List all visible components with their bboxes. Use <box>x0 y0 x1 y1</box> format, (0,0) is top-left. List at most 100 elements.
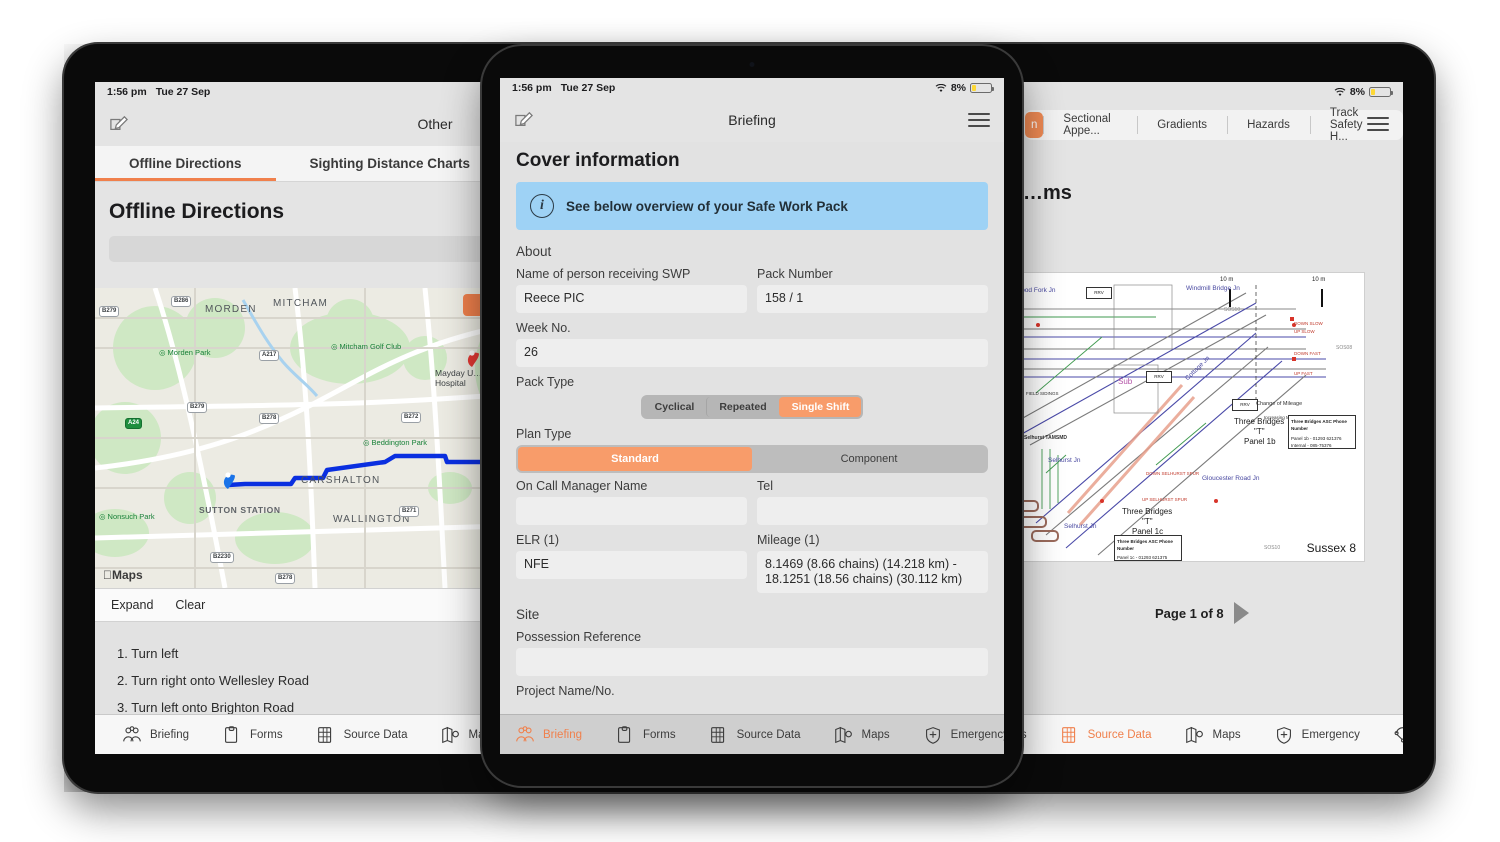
status-bar-left: 1:56 pm Tue 27 Sep <box>95 82 498 102</box>
label-project-name-no: Project Name/No. <box>516 684 615 698</box>
right-tab-track-safety[interactable]: Track Safety H... <box>1309 107 1403 143</box>
diagram-scale-1: 10 m <box>1312 277 1326 283</box>
shield-plus-icon <box>925 726 940 744</box>
tablet-center-screen: 1:56 pm Tue 27 Sep 8% Briefing Cover inf… <box>500 78 1004 754</box>
map-badge-9: B278 <box>275 573 296 584</box>
right-tab-gradients[interactable]: Gradients <box>1137 112 1227 138</box>
map-canvas <box>95 288 498 588</box>
picker-selected-value[interactable]: Mayday University Hospital - A & E <box>109 236 498 262</box>
folded-map-icon <box>1185 726 1203 743</box>
center-tab-maps[interactable]: Maps <box>817 725 906 745</box>
battery-icon <box>1369 87 1393 97</box>
pack-type-option-single-shift[interactable]: Single Shift <box>778 397 862 417</box>
center-status-date: Tue 27 Sep <box>560 82 616 94</box>
menu-hamburger-icon[interactable] <box>968 113 990 127</box>
menu-hamburger-icon[interactable] <box>1367 117 1389 131</box>
section-heading-site: Site <box>516 607 540 622</box>
field-tel: Tel <box>757 479 988 525</box>
form-row-elr-mileage: ELR (1) NFE Mileage (1) 8.1469 (8.66 cha… <box>516 533 988 593</box>
diagram-scale-0: 10 m <box>1220 277 1234 283</box>
input-on-call-manager[interactable] <box>516 497 747 525</box>
left-tab-briefing-label: Briefing <box>150 728 189 741</box>
input-name-receiving-swp[interactable]: Reece PIC <box>516 285 747 313</box>
field-week-no: Week No. 26 <box>516 321 988 367</box>
diagram-track-up-fast: UP FAST <box>1294 371 1313 376</box>
direction-step-2: 2. Turn right onto Wellesley Road <box>117 673 309 688</box>
people-icon <box>123 725 141 741</box>
field-name-receiving-swp: Name of person receiving SWP Reece PIC <box>516 267 747 313</box>
diagram-note-sub: Sub <box>1118 377 1133 386</box>
right-tab-sectional-appendix[interactable]: Sectional Appe... <box>1043 112 1137 138</box>
center-battery-percent: 8% <box>950 82 966 94</box>
folded-map-icon <box>441 726 459 743</box>
diagram-rrv-box-0: RRV <box>1086 287 1112 299</box>
diagram-junction-5: Selhurst Jn <box>1064 523 1097 530</box>
left-tab-forms[interactable]: Forms <box>205 725 299 745</box>
input-week-no[interactable]: 26 <box>516 339 988 367</box>
diagram-junction-4: Gloucester Road Jn <box>1202 475 1260 482</box>
input-mileage[interactable]: 8.1469 (8.66 chains) (14.218 km) - 18.12… <box>757 551 988 593</box>
form-row-name-pack: Name of person receiving SWP Reece PIC P… <box>516 267 988 313</box>
route-map[interactable]: MORDEN MITCHAM CARSHALTON WALLINGTON SUT… <box>95 288 498 588</box>
label-mileage: Mileage (1) <box>757 533 820 547</box>
map-badge-6: B272 <box>401 412 422 423</box>
left-tab-bar[interactable]: Briefing Forms Source Data <box>95 714 498 754</box>
pack-type-segmented-control[interactable]: Cyclical Repeated Single Shift <box>516 395 988 419</box>
info-banner-text: See below overview of your Safe Work Pac… <box>566 198 848 214</box>
diagram-panel-1b-number: Panel 1b <box>1244 437 1276 446</box>
diagram-panel-1c-name: Three Bridges <box>1122 507 1173 516</box>
status-date-left: Tue 27 Sep <box>155 86 211 98</box>
center-tab-bar[interactable]: Briefing Forms Source Data Maps Emergenc… <box>500 714 1004 754</box>
expand-button[interactable]: Expand <box>111 598 153 612</box>
diagram-panel-1b-name: Three Bridges <box>1234 417 1285 426</box>
right-tab-0[interactable]: n <box>1025 112 1044 138</box>
tab-offline-directions[interactable]: Offline Directions <box>95 146 276 181</box>
left-page-tabs[interactable]: Offline Directions Sighting Distance Cha… <box>95 146 498 182</box>
next-page-icon[interactable] <box>1233 602 1249 624</box>
input-possession-reference[interactable] <box>516 648 988 676</box>
center-tab-emergency[interactable]: Emergency <box>906 725 1004 745</box>
input-tel[interactable] <box>757 497 988 525</box>
plan-type-option-component[interactable]: Component <box>752 447 986 471</box>
people-icon <box>516 725 534 741</box>
map-action-bar[interactable]: Expand Clear <box>95 588 498 622</box>
diagram-rrv-box-1: RRV <box>1146 371 1172 383</box>
label-elr: ELR (1) <box>516 533 560 547</box>
tab-emergency-label: Emergency <box>1301 728 1360 741</box>
input-pack-number[interactable]: 158 / 1 <box>757 285 988 313</box>
tab-sighting-distance-charts[interactable]: Sighting Distance Charts <box>276 146 498 181</box>
apple-logo-icon:  <box>103 568 112 582</box>
pack-type-option-repeated[interactable]: Repeated <box>706 397 778 417</box>
clear-button[interactable]: Clear <box>175 598 205 612</box>
center-tab-forms[interactable]: Forms <box>598 725 692 745</box>
diagram-panel-1c-sub: "T" <box>1142 517 1153 526</box>
label-on-call-manager: On Call Manager Name <box>516 479 648 493</box>
map-badge-7: B271 <box>399 506 420 517</box>
plan-type-option-standard[interactable]: Standard <box>518 447 752 471</box>
right-page-title: …ms <box>1023 182 1072 204</box>
left-tab-source-data[interactable]: Source Data <box>299 725 424 745</box>
center-tab-briefing[interactable]: Briefing <box>500 725 598 745</box>
form-row-oncall-tel: On Call Manager Name Tel <box>516 479 988 525</box>
screenshot-stage: 1:56 pm Tue 27 Sep 8% n Sectio <box>0 0 1500 842</box>
tab-emergency[interactable]: Emergency <box>1257 725 1376 745</box>
tab-other[interactable]: Other <box>1376 725 1403 745</box>
apple-maps-watermark: Maps <box>103 568 143 582</box>
right-tab-hazards[interactable]: Hazards <box>1227 112 1310 138</box>
shield-plus-icon <box>1276 726 1291 744</box>
tab-maps[interactable]: Maps <box>1168 725 1257 745</box>
pack-type-option-cyclical[interactable]: Cyclical <box>643 397 707 417</box>
center-tab-source-data[interactable]: Source Data <box>692 725 817 745</box>
info-icon: i <box>530 194 554 218</box>
picker-next-option[interactable]: Epsom Hospital - A & E <box>109 263 498 283</box>
device-camera <box>749 62 755 67</box>
right-tab-strip[interactable]: n Sectional Appe... Gradients Hazards Tr… <box>1025 107 1403 143</box>
destination-picker[interactable]: Mayday University Hospital - A & E Epsom… <box>95 236 498 288</box>
left-tab-briefing[interactable]: Briefing <box>95 725 205 745</box>
tab-maps-label: Maps <box>1212 728 1241 741</box>
tab-source-data[interactable]: Source Data <box>1043 725 1168 745</box>
map-poi-beddington-park: Beddington Park <box>363 438 427 447</box>
plan-type-segmented-control[interactable]: Standard Component <box>516 445 988 473</box>
input-elr[interactable]: NFE <box>516 551 747 579</box>
clipboard-icon <box>618 725 631 743</box>
